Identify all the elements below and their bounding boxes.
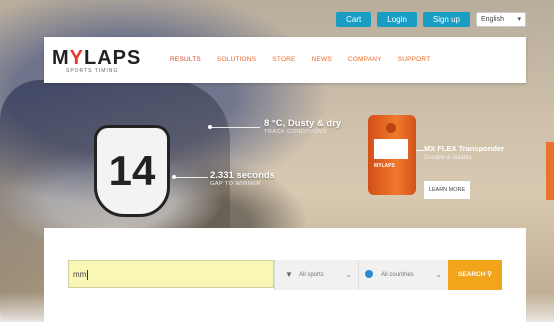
annotation-line [416,150,424,151]
track-conditions-label: TRACK CONDITIONS [264,129,327,135]
nav-item-results[interactable]: Results [170,56,201,63]
search-icon: ⚲ [487,271,493,278]
globe-icon [365,270,373,278]
number-plate: 14 [94,125,170,217]
learn-more-button[interactable]: LEARN MORE [424,181,470,199]
nav-item-news[interactable]: News [312,56,332,63]
search-button[interactable]: SEARCH ⚲ [448,260,502,290]
search-input[interactable]: mm [68,260,274,288]
gap-annotation: 2.331 seconds GAP TO WINNER [210,170,275,187]
transponder-image: MYLAPS [368,115,416,195]
cart-button[interactable]: Cart [336,12,372,27]
main-navigation: MYLAPS SPORTS TIMING Results Solutions S… [44,37,526,83]
product-callout: MX FLEX Transponder Durable & reliable [424,144,504,161]
gap-label: GAP TO WINNER [210,181,261,187]
track-conditions-annotation: 8 °C, Dusty & dry TRACK CONDITIONS [264,118,341,135]
chevron-down-icon: ⌄ [345,270,352,279]
annotation-dot [208,125,212,129]
nav-item-company[interactable]: Company [348,56,382,63]
sports-select[interactable]: ▼ All sports ⌄ [274,260,358,290]
login-button[interactable]: Login [377,12,417,27]
countries-select[interactable]: All countries ⌄ [358,260,448,290]
side-feedback-tab[interactable] [546,142,554,200]
filter-icon: ▼ [285,270,293,279]
track-conditions-value: 8 °C, Dusty & dry [264,118,342,129]
top-utility-bar: Cart Login Sign up English [336,12,526,27]
product-subtitle: Durable & reliable [424,155,472,161]
gap-value: 2.331 seconds [210,170,275,181]
chevron-down-icon: ⌄ [435,270,442,279]
language-select[interactable]: English [476,12,526,27]
annotation-line [212,127,260,128]
nav-item-store[interactable]: Store [272,56,295,63]
search-bar: mm ▼ All sports ⌄ All countries ⌄ SEARCH… [68,260,502,290]
nav-item-support[interactable]: Support [398,56,431,63]
nav-menu: Results Solutions Store News Company Sup… [170,56,446,63]
mylaps-logo[interactable]: MYLAPS SPORTS TIMING [52,48,141,74]
nav-item-solutions[interactable]: Solutions [217,56,256,63]
product-title: MX FLEX Transponder [424,144,505,153]
annotation-dot [172,175,176,179]
signup-button[interactable]: Sign up [422,12,470,27]
annotation-line [176,177,208,178]
